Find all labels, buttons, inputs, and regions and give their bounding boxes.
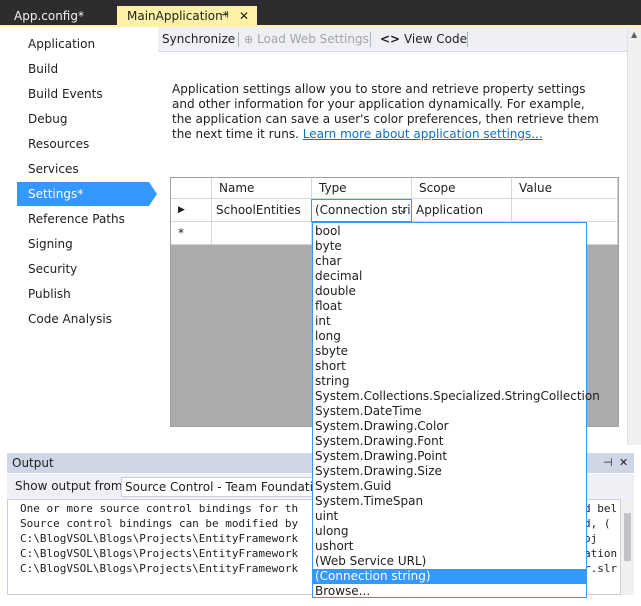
dropdown-option[interactable]: System.Drawing.Point xyxy=(313,449,586,464)
dropdown-option[interactable]: double xyxy=(313,284,586,299)
column-header-value[interactable]: Value xyxy=(512,178,618,199)
dropdown-option[interactable]: System.Drawing.Size xyxy=(313,464,586,479)
tab-label: MainApplication* xyxy=(127,9,229,23)
scrollbar-thumb[interactable] xyxy=(624,513,631,561)
toolbar-separator xyxy=(238,32,239,47)
show-output-label: Show output from: xyxy=(15,479,127,493)
view-code-button[interactable]: <> View Code xyxy=(380,27,467,52)
row-header[interactable]: ▶ xyxy=(171,199,212,222)
dropdown-option[interactable]: char xyxy=(313,254,586,269)
dropdown-option[interactable]: (Connection string) xyxy=(313,569,586,584)
chevron-down-icon[interactable]: ⌄ xyxy=(399,200,408,220)
output-line-tail: d, ( xyxy=(584,517,611,530)
dropdown-option[interactable]: decimal xyxy=(313,269,586,284)
dropdown-option[interactable]: sbyte xyxy=(313,344,586,359)
dropdown-option[interactable]: ulong xyxy=(313,524,586,539)
dropdown-option[interactable]: Browse... xyxy=(313,584,586,599)
dropdown-option[interactable]: short xyxy=(313,359,586,374)
output-line-tail: d bel xyxy=(584,502,618,515)
type-dropdown-list: bool byte char decimal double float int long sby… xyxy=(312,222,600,599)
current-row-arrow-icon: ▶ xyxy=(178,205,185,215)
toolbar-separator xyxy=(467,32,468,47)
column-header-name[interactable]: Name xyxy=(212,178,312,199)
dropdown-option[interactable]: uint xyxy=(313,509,586,524)
dropdown-option[interactable]: System.DateTime xyxy=(313,404,586,419)
cell-value[interactable] xyxy=(512,199,618,222)
dropdown-option[interactable]: System.TimeSpan xyxy=(313,494,586,509)
dropdown-option[interactable]: long xyxy=(313,329,586,344)
settings-description: Application settings allow you to store … xyxy=(172,82,602,142)
load-web-settings-button[interactable]: ⊕ Load Web Settings xyxy=(244,27,369,52)
output-line-tail: ation xyxy=(584,547,618,560)
close-icon[interactable]: ✕ xyxy=(239,6,249,26)
tab-label: App.config* xyxy=(14,9,84,23)
output-line: One or more source control bindings for … xyxy=(20,502,299,515)
output-line: C:\BlogVSOL\Blogs\Projects\EntityFramewo… xyxy=(20,547,299,560)
dropdown-option[interactable]: System.Drawing.Color xyxy=(313,419,586,434)
output-line: Source control bindings can be modified … xyxy=(20,517,299,530)
dropdown-option[interactable]: bool xyxy=(313,224,586,239)
nav-item-services[interactable]: Services xyxy=(17,157,149,181)
designer-scrollbar[interactable]: ▲ xyxy=(627,27,641,445)
dropdown-option[interactable]: float xyxy=(313,299,586,314)
nav-item-signing[interactable]: Signing xyxy=(17,232,149,256)
dropdown-option[interactable]: System.Drawing.Font xyxy=(313,434,586,449)
output-scrollbar[interactable] xyxy=(621,499,634,595)
globe-icon: ⊕ xyxy=(244,33,254,46)
learn-more-link[interactable]: Learn more about application settings... xyxy=(303,127,543,141)
tab-main-application[interactable]: MainApplication* ⊣ ✕ xyxy=(117,6,257,26)
cell-scope[interactable]: Application xyxy=(412,199,512,222)
view-code-label: View Code xyxy=(403,32,467,46)
dropdown-option[interactable]: (Web Service URL) xyxy=(313,554,586,569)
nav-item-build-events[interactable]: Build Events xyxy=(17,82,149,106)
code-icon: <> xyxy=(380,32,401,46)
close-icon[interactable]: ✕ xyxy=(619,453,628,473)
new-row-header[interactable]: * xyxy=(171,222,212,245)
pin-icon[interactable]: ⊣ xyxy=(220,6,229,26)
output-title: Output xyxy=(12,456,54,470)
dropdown-option[interactable]: string xyxy=(313,374,586,389)
output-source-value: Source Control - Team Foundation xyxy=(125,480,321,494)
new-row-marker: * xyxy=(178,226,184,240)
type-combobox-value: (Connection string) xyxy=(315,203,411,217)
pin-icon[interactable]: ⊣ xyxy=(603,453,613,473)
dropdown-option[interactable]: byte xyxy=(313,239,586,254)
nav-item-publish[interactable]: Publish xyxy=(17,282,149,306)
nav-item-reference-paths[interactable]: Reference Paths xyxy=(17,207,149,231)
dropdown-option[interactable]: System.Guid xyxy=(313,479,586,494)
output-line: C:\BlogVSOL\Blogs\Projects\EntityFramewo… xyxy=(20,562,299,575)
column-header-scope[interactable]: Scope xyxy=(412,178,512,199)
dropdown-option[interactable]: int xyxy=(313,314,586,329)
output-line: C:\BlogVSOL\Blogs\Projects\EntityFramewo… xyxy=(20,532,299,545)
nav-item-resources[interactable]: Resources xyxy=(17,132,149,156)
type-combobox[interactable]: (Connection string) ⌄ xyxy=(311,199,412,222)
synchronize-label: Synchronize xyxy=(162,32,236,46)
nav-item-application[interactable]: Application xyxy=(17,32,149,56)
cell-name[interactable]: SchoolEntities xyxy=(212,199,312,222)
dropdown-option[interactable]: ushort xyxy=(313,539,586,554)
load-web-settings-label: Load Web Settings xyxy=(257,32,369,46)
dropdown-option[interactable]: System.Collections.Specialized.StringCol… xyxy=(313,389,600,404)
output-line-tail: r.slr xyxy=(584,562,618,575)
document-tab-strip: App.config* MainApplication* ⊣ ✕ xyxy=(0,0,641,27)
nav-item-build[interactable]: Build xyxy=(17,57,149,81)
synchronize-button[interactable]: Synchronize xyxy=(162,27,235,52)
toolbar-separator xyxy=(370,32,371,47)
settings-toolbar: Synchronize ⊕ Load Web Settings <> View … xyxy=(158,27,627,52)
scroll-up-icon[interactable]: ▲ xyxy=(631,30,637,39)
property-pages-nav: Application Build Build Events Debug Resourc… xyxy=(0,27,158,445)
nav-item-debug[interactable]: Debug xyxy=(17,107,149,131)
selected-page-arrow xyxy=(149,182,157,206)
column-header-type[interactable]: Type xyxy=(312,178,412,199)
grid-corner xyxy=(171,178,212,199)
nav-item-code-analysis[interactable]: Code Analysis xyxy=(17,307,149,331)
new-row-name-cell[interactable] xyxy=(212,222,312,245)
tab-app-config[interactable]: App.config* xyxy=(4,6,116,26)
nav-item-security[interactable]: Security xyxy=(17,257,149,281)
nav-item-settings[interactable]: Settings* xyxy=(17,182,149,206)
output-source-select[interactable]: Source Control - Team Foundation xyxy=(121,477,321,497)
